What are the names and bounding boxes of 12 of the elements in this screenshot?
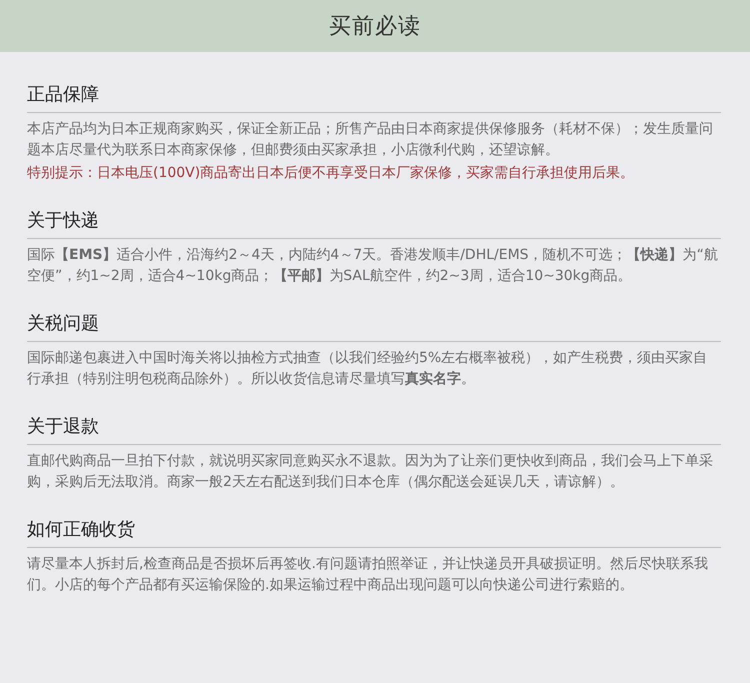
section-heading: 如何正确收货 bbox=[27, 517, 721, 548]
section-heading: 关于快递 bbox=[27, 208, 721, 239]
paragraph-text: 请尽量本人拆封后,检查商品是否损坏后再签收.有问题请拍照举证，并让快递员开具破损证明。然后尽快联系我们。小店的每个产品都有买运输保险的.如果运输过程中商品出现问题可以向快递公司进行索赔的。 bbox=[27, 555, 709, 595]
paragraph-text: 国际邮递包裹进入中国时海关将以抽检方式抽查（以我们经验约5%左右概率被税），如产生税费，须由买家自行承担（特别注明包税商品除外）。所以收货信息请尽量填写真实名字。 bbox=[27, 349, 708, 389]
section-heading: 正品保障 bbox=[27, 82, 721, 113]
paragraph-text: 本店产品均为日本正规商家购买，保证全新正品；所售产品由日本商家提供保修服务（耗材不保）；发生质量问题本店尽量代为联系日本商家保修，但邮费须由买家承担，小店微利代购，还望谅解。 bbox=[27, 120, 714, 160]
section-heading: 关于退款 bbox=[27, 414, 721, 445]
paragraph-text: 直邮代购商品一旦拍下付款，就说明买家同意购买永不退款。因为为了让亲们更快收到商品，我们会马上下单采购，采购后无法取消。商家一般2天左右配送到我们日本仓库（偶尔配送会延误几天，请谅解）。 bbox=[27, 452, 714, 492]
page-title: 买前必读 bbox=[329, 13, 421, 41]
section-heading: 关税问题 bbox=[27, 311, 721, 342]
paragraph-text: 国际【EMS】适合小件，沿海约2～4天，内陆约4～7天。香港发顺丰/DHL/EMS，随机不可选；【快递】为“航空便”，约1~2周，适合4~10kg商品；【平邮】为SAL航空件，约2~3周，适合10~30kg商品。 bbox=[27, 246, 719, 286]
warning-text: 特别提示：日本电压(100V)商品寄出日本后便不再享受日本厂家保修，买家需自行承担使用后果。 bbox=[27, 164, 636, 183]
